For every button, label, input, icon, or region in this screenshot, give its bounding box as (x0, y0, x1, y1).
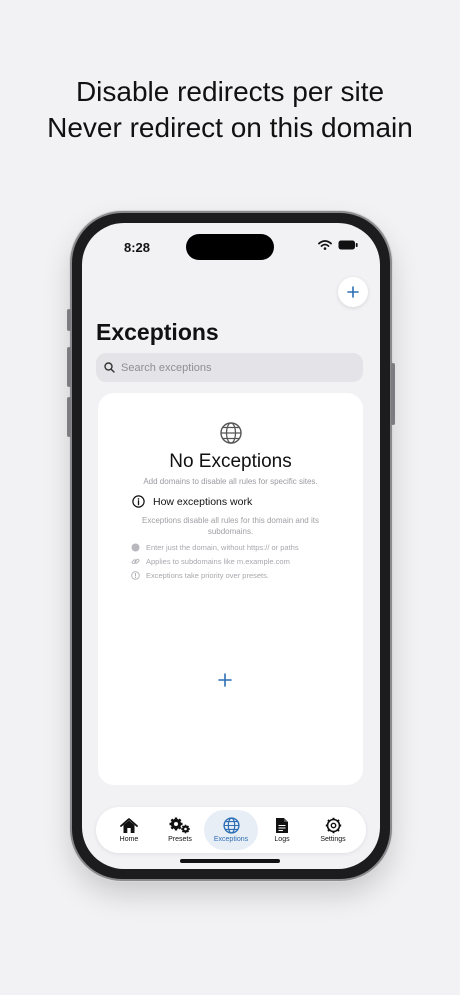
tab-label: Home (119, 835, 139, 843)
power-button (391, 363, 395, 425)
how-exceptions-work-label: How exceptions work (153, 495, 253, 508)
plus-icon (347, 286, 359, 298)
phone-frame: 8:28 Exceptions Search exceptions No Exc… (67, 213, 395, 879)
search-icon (104, 362, 115, 373)
status-icons (318, 240, 358, 250)
tab-label: Logs (274, 836, 290, 843)
tab-logs[interactable]: Logs (255, 810, 309, 850)
headline-line-2: Never redirect on this domain (47, 112, 413, 143)
priority-icon (131, 571, 140, 580)
empty-state-subtitle: Add domains to disable all rules for spe… (143, 477, 318, 486)
document-icon (276, 818, 288, 833)
search-bar[interactable] (96, 353, 363, 382)
tip-text: Exceptions take priority over presets. (146, 571, 269, 580)
tab-exceptions[interactable]: Exceptions (204, 810, 258, 850)
gear-icon (325, 817, 341, 834)
tab-label: Settings (320, 836, 346, 843)
home-indicator (180, 859, 280, 863)
tip-item: Enter just the domain, without https:// … (131, 543, 299, 552)
app-screen: 8:28 Exceptions Search exceptions No Exc… (82, 223, 380, 869)
tip-item: Applies to subdomains like m.example.com (131, 557, 290, 566)
tab-presets[interactable]: Presets (153, 810, 207, 850)
gears-icon (169, 817, 190, 834)
tab-bar: Home Presets Exceptions Logs Settings (96, 807, 366, 853)
tip-text: Enter just the domain, without https:// … (146, 543, 299, 552)
wifi-icon (318, 240, 332, 250)
dynamic-island (186, 234, 274, 260)
globe-icon (131, 543, 140, 552)
add-exception-button[interactable] (338, 277, 368, 307)
tip-text: Applies to subdomains like m.example.com (146, 557, 290, 566)
link-icon (131, 558, 140, 565)
page-title: Exceptions (96, 319, 219, 345)
how-exceptions-work-header: How exceptions work (132, 495, 252, 508)
status-time: 8:28 (124, 240, 151, 255)
battery-icon (338, 240, 358, 250)
headline-line-1: Disable redirects per site (75, 76, 385, 107)
empty-state-title: No Exceptions (169, 451, 292, 472)
tab-home[interactable]: Home (102, 810, 156, 850)
empty-state-card: No Exceptions Add domains to disable all… (98, 393, 363, 785)
tab-label: Presets (168, 836, 192, 843)
plus-icon[interactable] (218, 673, 232, 687)
volume-up-button (67, 347, 71, 387)
globe-icon (220, 422, 242, 444)
globe-icon (222, 817, 240, 834)
action-button (67, 309, 71, 331)
tip-item: Exceptions take priority over presets. (131, 571, 269, 580)
volume-down-button (67, 397, 71, 437)
house-icon (120, 817, 138, 833)
tab-label: Exceptions (213, 836, 249, 843)
info-icon (132, 495, 145, 508)
tab-settings[interactable]: Settings (306, 810, 360, 850)
headline: Disable redirects per site Never redirec… (0, 74, 460, 146)
search-input[interactable] (121, 361, 341, 374)
how-exceptions-work-description: Exceptions disable all rules for this do… (142, 516, 319, 536)
